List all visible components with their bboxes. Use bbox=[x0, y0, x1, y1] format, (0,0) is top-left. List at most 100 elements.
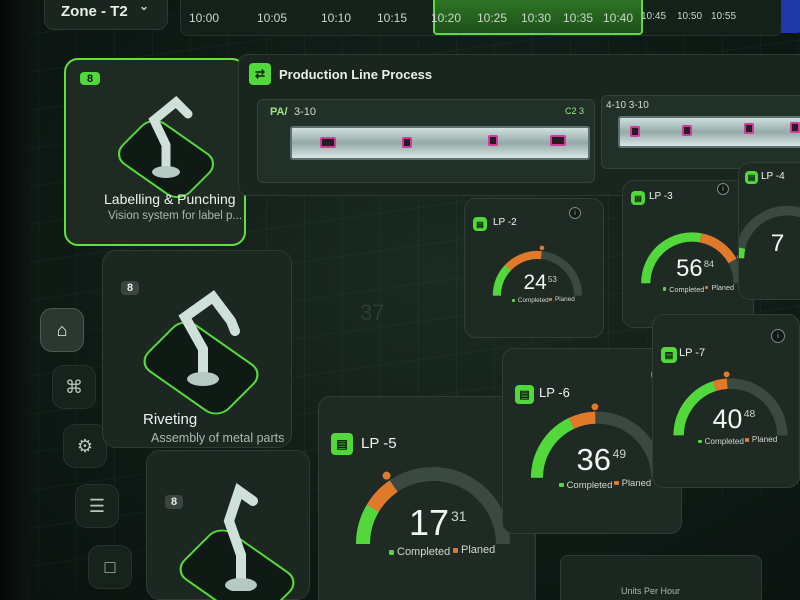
planned-value: 49 bbox=[612, 446, 627, 461]
punch-hole bbox=[402, 137, 412, 148]
timeline[interactable]: 10:00 10:05 10:10 10:15 10:20 10:25 10:3… bbox=[180, 0, 800, 36]
lane-range: 3-10 bbox=[294, 106, 317, 118]
time-tick: 10:30 bbox=[521, 11, 552, 25]
robot-arm-icon bbox=[148, 95, 193, 178]
gauge-planned-arc bbox=[568, 411, 596, 429]
zone-label: Zone - T2 bbox=[61, 2, 128, 20]
time-tick: 10:00 bbox=[189, 11, 220, 25]
timeline-end-button[interactable] bbox=[781, 0, 800, 33]
gauge-planned-arc bbox=[699, 233, 737, 264]
completed-value: 40 bbox=[712, 404, 743, 435]
planned-value: 53 bbox=[547, 274, 557, 284]
panel-title: Production Line Process bbox=[279, 67, 433, 82]
punch-hole bbox=[790, 122, 800, 133]
punch-hole bbox=[682, 125, 692, 136]
gauge-card-lp7[interactable]: ▤ LP -7 i 40 48 Completed Planed bbox=[652, 314, 800, 488]
station-badge: 8 bbox=[165, 495, 183, 509]
sidebar-home-button[interactable]: ⌂ bbox=[40, 308, 84, 352]
line-icon: ▤ bbox=[331, 433, 353, 455]
gauge-completed-arc bbox=[530, 417, 575, 479]
punch-hole bbox=[630, 126, 640, 137]
zone-selector[interactable]: Zone - T2 ⌄ bbox=[44, 0, 168, 30]
planned-marker bbox=[539, 245, 545, 251]
completed-swatch bbox=[697, 439, 702, 444]
chevron-down-icon: ⌄ bbox=[138, 0, 149, 13]
faded-gauge-value: 37 bbox=[360, 300, 385, 325]
robot-arm-icon bbox=[178, 290, 240, 386]
gauge-title: LP -4 bbox=[761, 171, 785, 182]
sidebar-settings-button[interactable]: ☰ bbox=[75, 484, 119, 528]
planned-swatch bbox=[614, 481, 619, 486]
punch-hole bbox=[488, 135, 498, 146]
legend-label: Completed bbox=[669, 284, 705, 294]
station-title: Riveting bbox=[143, 411, 198, 428]
planned-value: 84 bbox=[703, 259, 715, 270]
conveyor-rail bbox=[290, 126, 590, 160]
sidebar-crop-button[interactable]: □ bbox=[88, 545, 132, 589]
planned-marker bbox=[723, 371, 730, 378]
lane-prefix: PA/ bbox=[270, 106, 288, 118]
gauge-completed-arc bbox=[356, 504, 379, 545]
gauge-card-lp3[interactable]: ▤ LP -3 i 56 84 Completed Planed bbox=[622, 180, 754, 328]
legend-completed: Completed bbox=[511, 297, 549, 304]
crop-icon: □ bbox=[104, 556, 116, 577]
sidebar-grid-button[interactable]: ⌘ bbox=[52, 365, 96, 409]
planned-swatch bbox=[549, 297, 552, 301]
legend-label: Completed bbox=[704, 436, 744, 446]
completed-value: 24 bbox=[523, 271, 547, 295]
planned-marker bbox=[382, 471, 391, 480]
station-card-labelling[interactable]: 8 Labelling & Punching Vision system for… bbox=[64, 58, 246, 246]
gauge-title: LP -3 bbox=[649, 191, 673, 202]
filter-settings-icon: ☰ bbox=[88, 495, 106, 516]
time-tick: 10:10 bbox=[321, 11, 352, 25]
info-icon[interactable]: i bbox=[717, 183, 729, 195]
info-icon[interactable]: i bbox=[569, 207, 581, 219]
time-tick: 10:25 bbox=[477, 11, 508, 25]
gauge-completed-arc bbox=[492, 265, 511, 296]
legend-planned: Planed bbox=[745, 435, 777, 444]
completed-swatch bbox=[662, 287, 667, 291]
gauge-completed-arc bbox=[739, 247, 746, 259]
dashboard: Zone - T2 ⌄ 10:00 10:05 10:10 10:15 10:2… bbox=[0, 0, 800, 600]
lane-range: 4-10 3-10 bbox=[606, 100, 649, 111]
sidebar-robot-button[interactable]: ⚙ bbox=[63, 424, 107, 468]
legend-label: Planed bbox=[554, 295, 575, 303]
gauge-planned-arc bbox=[504, 250, 542, 271]
completed-value: 36 bbox=[576, 441, 611, 477]
gauge-title: LP -5 bbox=[361, 435, 397, 452]
robot-arm-icon bbox=[223, 482, 258, 591]
station-badge: 8 bbox=[121, 281, 139, 295]
process-icon: ⇄ bbox=[249, 63, 271, 85]
time-tick: 10:35 bbox=[563, 11, 594, 25]
completed-swatch bbox=[559, 482, 564, 488]
station-title: Labelling & Punching bbox=[104, 191, 236, 207]
punch-hole bbox=[550, 135, 566, 146]
punch-hole bbox=[320, 137, 336, 148]
planned-swatch bbox=[745, 438, 749, 442]
screen-bezel bbox=[0, 0, 30, 600]
gauge-card-lp4[interactable]: ▤ LP -4 7 bbox=[738, 162, 800, 300]
process-lane-2[interactable]: 4-10 3-10 bbox=[601, 95, 800, 169]
gauge-completed-arc bbox=[673, 381, 717, 436]
planned-value: 48 bbox=[743, 408, 756, 420]
line-icon: ▤ bbox=[631, 191, 645, 205]
completed-value: 7 bbox=[770, 229, 785, 257]
info-icon[interactable]: i bbox=[771, 329, 785, 343]
legend-completed: Completed bbox=[697, 436, 744, 446]
line-icon: ▤ bbox=[745, 171, 758, 184]
station-card-riveting[interactable]: 8 Riveting Assembly of metal parts bbox=[102, 250, 292, 448]
planned-swatch bbox=[453, 547, 458, 553]
legend-label: Planed bbox=[711, 283, 735, 293]
station-subtitle: Assembly of metal parts bbox=[151, 431, 285, 445]
legend-label: Completed bbox=[397, 546, 451, 558]
completed-swatch bbox=[511, 298, 515, 302]
planned-marker bbox=[591, 403, 599, 411]
line-icon: ▤ bbox=[515, 385, 534, 404]
planned-swatch bbox=[705, 286, 709, 290]
station-card-3[interactable]: 8 bbox=[146, 450, 310, 600]
legend-label: Planed bbox=[751, 435, 778, 445]
legend-completed: Completed bbox=[559, 480, 612, 491]
time-tick: 10:20 bbox=[431, 11, 462, 25]
process-lane-1[interactable]: PA/ 3-10 C2 3 bbox=[257, 99, 595, 183]
gauge-card-lp2[interactable]: ▤ LP -2 i 24 53 Completed Planed bbox=[464, 198, 604, 338]
